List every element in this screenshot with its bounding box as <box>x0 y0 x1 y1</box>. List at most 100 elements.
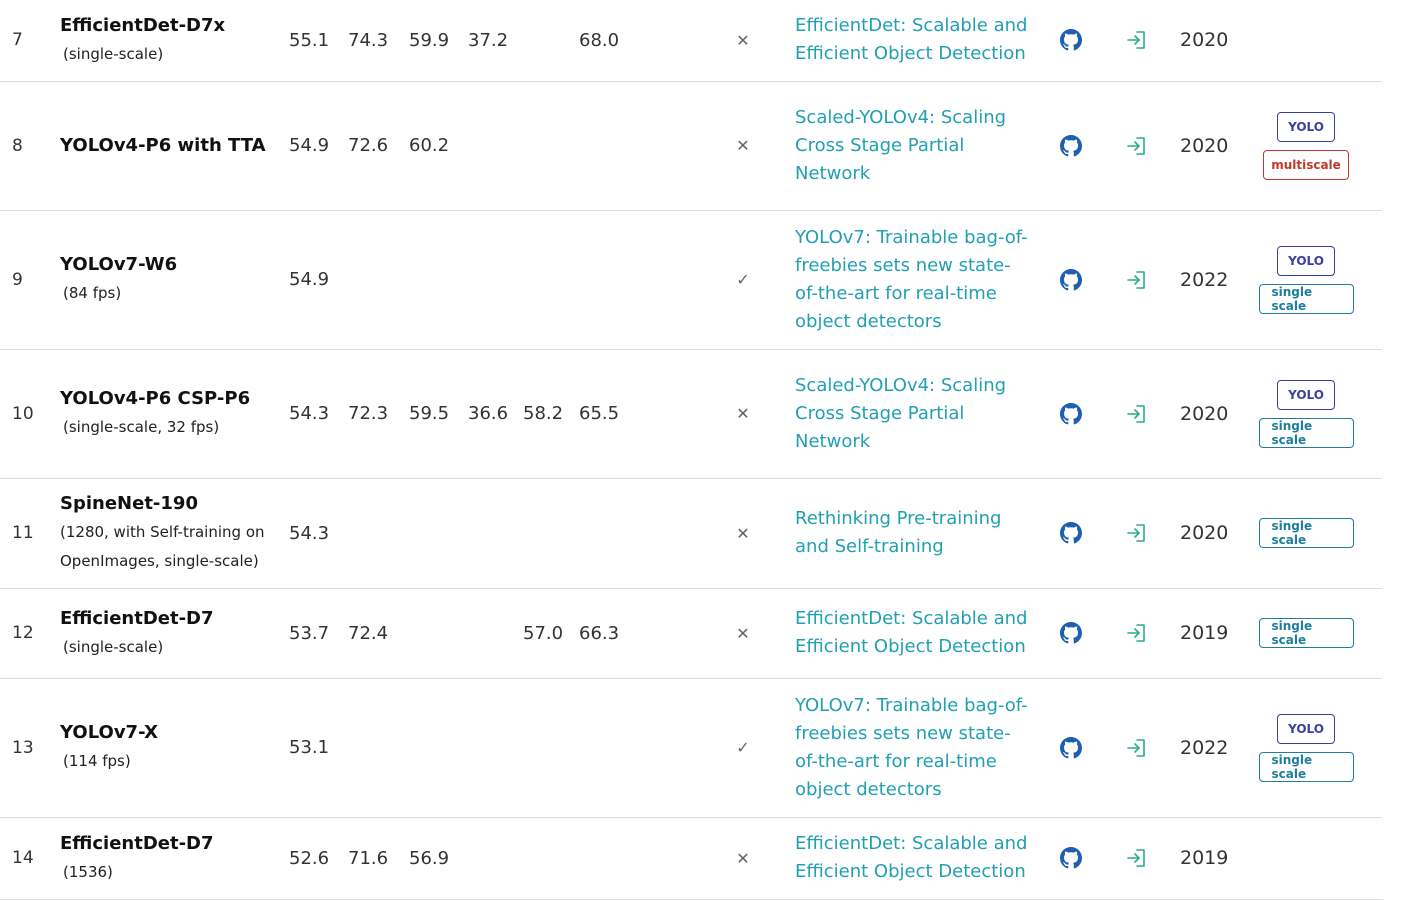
model-detail: (84 fps) <box>63 284 122 302</box>
metric-value: 37.2 <box>468 29 509 51</box>
table-row: 10 YOLOv4-P6 CSP-P6 (single-scale, 32 fp… <box>0 349 1382 479</box>
year-cell: 2020 <box>1180 134 1229 157</box>
rank-cell: 13 <box>12 737 34 758</box>
github-icon[interactable] <box>1060 349 1082 478</box>
paper-link[interactable]: YOLOv7: Trainable bag-of-freebies sets n… <box>795 224 1030 336</box>
model-detail: (1280, with Self-training on OpenImages,… <box>60 523 265 570</box>
table-row: 13 YOLOv7-X (114 fps) 53.1 ✓ YOLOv7: Trai… <box>0 678 1382 818</box>
metric-value: 74.3 <box>348 29 389 51</box>
metric-value: 72.4 <box>348 622 389 644</box>
table-row: 14 EfficientDet-D7 (1536) 52.6 71.6 56.9 ✕ … <box>0 817 1382 900</box>
enter-icon[interactable] <box>1124 588 1148 678</box>
cross-icon: ✕ <box>736 30 750 50</box>
enter-icon[interactable] <box>1124 81 1148 210</box>
tag-yolo[interactable]: YOLO <box>1277 111 1335 142</box>
year-cell: 2022 <box>1180 268 1229 291</box>
model-detail: (single-scale) <box>63 637 164 656</box>
year-cell: 2019 <box>1180 622 1229 644</box>
paper-link[interactable]: EfficientDet: Scalable and Efficient Obj… <box>795 830 1030 886</box>
tags-cell: YOLO single scale <box>1258 210 1354 349</box>
model-name[interactable]: SpineNet-190 <box>60 490 198 518</box>
model-cell[interactable]: YOLOv7-X (114 fps) <box>60 678 285 817</box>
metric-value: 52.6 <box>289 847 330 869</box>
model-cell[interactable]: YOLOv4-P6 CSP-P6 (single-scale, 32 fps) <box>60 349 285 478</box>
model-cell[interactable]: YOLOv4-P6 with TTA <box>60 81 285 210</box>
paper-link[interactable]: Scaled-YOLOv4: Scaling Cross Stage Parti… <box>795 104 1030 188</box>
paper-cell: EfficientDet: Scalable and Efficient Obj… <box>795 0 1030 81</box>
table-row: 12 EfficientDet-D7 (single-scale) 53.7 72… <box>0 588 1382 679</box>
metric-value: 58.2 <box>523 403 564 424</box>
rank-cell: 11 <box>12 523 34 543</box>
github-icon[interactable] <box>1060 210 1082 349</box>
enter-icon[interactable] <box>1124 349 1148 478</box>
metric-value: 72.6 <box>348 135 389 156</box>
model-cell[interactable]: YOLOv7-W6 (84 fps) <box>60 210 285 349</box>
paper-link[interactable]: EfficientDet: Scalable and Efficient Obj… <box>795 12 1030 68</box>
tags-cell: YOLO single scale <box>1258 678 1354 817</box>
tag-single-scale[interactable]: single scale <box>1258 518 1354 548</box>
year-cell: 2022 <box>1180 736 1229 759</box>
cross-icon: ✕ <box>736 404 750 423</box>
tag-single-scale[interactable]: single scale <box>1258 618 1354 648</box>
enter-icon[interactable] <box>1124 210 1148 349</box>
paper-link[interactable]: EfficientDet: Scalable and Efficient Obj… <box>795 605 1030 661</box>
rank-cell: 9 <box>12 269 23 290</box>
metric-value: 66.3 <box>579 622 620 644</box>
github-icon[interactable] <box>1060 478 1082 588</box>
model-cell[interactable]: SpineNet-190 (1280, with Self-training o… <box>60 478 285 588</box>
tag-yolo[interactable]: YOLO <box>1277 713 1335 744</box>
year-cell: 2020 <box>1180 29 1229 51</box>
model-name[interactable]: EfficientDet-D7x <box>60 12 225 40</box>
tag-yolo[interactable]: YOLO <box>1277 379 1335 410</box>
model-name[interactable]: YOLOv4-P6 CSP-P6 <box>60 385 250 413</box>
table-row: 8 YOLOv4-P6 with TTA 54.9 72.6 60.2 ✕ Scale… <box>0 81 1382 211</box>
enter-icon[interactable] <box>1124 678 1148 817</box>
model-detail: (single-scale, 32 fps) <box>63 418 220 436</box>
paper-cell: YOLOv7: Trainable bag-of-freebies sets n… <box>795 210 1030 349</box>
model-detail: (1536) <box>63 862 113 881</box>
table-row: 11 SpineNet-190 (1280, with Self-trainin… <box>0 478 1382 589</box>
paper-link[interactable]: YOLOv7: Trainable bag-of-freebies sets n… <box>795 692 1030 804</box>
enter-icon[interactable] <box>1124 817 1148 899</box>
model-name[interactable]: EfficientDet-D7 <box>60 830 214 858</box>
rank-cell: 10 <box>12 403 34 424</box>
model-name[interactable]: YOLOv7-W6 <box>60 251 177 279</box>
model-name[interactable]: YOLOv4-P6 with TTA <box>60 132 266 160</box>
paper-cell: YOLOv7: Trainable bag-of-freebies sets n… <box>795 678 1030 817</box>
enter-icon[interactable] <box>1124 0 1148 81</box>
github-icon[interactable] <box>1060 0 1082 81</box>
metric-value: 36.6 <box>468 403 509 424</box>
cross-icon: ✕ <box>736 623 750 643</box>
tags-cell: single scale <box>1258 588 1354 678</box>
metric-value: 54.3 <box>289 522 330 544</box>
model-cell[interactable]: EfficientDet-D7 (1536) <box>60 817 285 899</box>
github-icon[interactable] <box>1060 588 1082 678</box>
metric-value: 53.1 <box>289 737 330 758</box>
tags-cell: YOLO multiscale <box>1258 81 1354 210</box>
metric-value: 72.3 <box>348 403 389 424</box>
paper-link[interactable]: Rethinking Pre-training and Self-trainin… <box>795 505 1040 561</box>
tags-cell: single scale <box>1258 478 1354 588</box>
model-cell[interactable]: EfficientDet-D7x (single-scale) <box>60 0 285 81</box>
tag-single-scale[interactable]: single scale <box>1258 751 1354 782</box>
paper-cell: Scaled-YOLOv4: Scaling Cross Stage Parti… <box>795 81 1030 210</box>
github-icon[interactable] <box>1060 81 1082 210</box>
metric-value: 57.0 <box>523 622 564 644</box>
model-cell[interactable]: EfficientDet-D7 (single-scale) <box>60 588 285 678</box>
model-name[interactable]: EfficientDet-D7 <box>60 605 214 633</box>
metric-value: 53.7 <box>289 622 330 644</box>
tag-yolo[interactable]: YOLO <box>1277 245 1335 276</box>
tag-single-scale[interactable]: single scale <box>1258 417 1354 448</box>
metric-value: 59.5 <box>409 403 450 424</box>
github-icon[interactable] <box>1060 678 1082 817</box>
enter-icon[interactable] <box>1124 478 1148 588</box>
tag-multiscale[interactable]: multiscale <box>1263 149 1349 180</box>
github-icon[interactable] <box>1060 817 1082 899</box>
tag-single-scale[interactable]: single scale <box>1258 283 1354 314</box>
model-detail: (single-scale) <box>63 44 164 63</box>
rank-cell: 12 <box>12 623 34 643</box>
model-name[interactable]: YOLOv7-X <box>60 719 158 747</box>
paper-link[interactable]: Scaled-YOLOv4: Scaling Cross Stage Parti… <box>795 372 1030 456</box>
check-icon: ✓ <box>736 738 750 757</box>
tags-cell: YOLO single scale <box>1258 349 1354 478</box>
